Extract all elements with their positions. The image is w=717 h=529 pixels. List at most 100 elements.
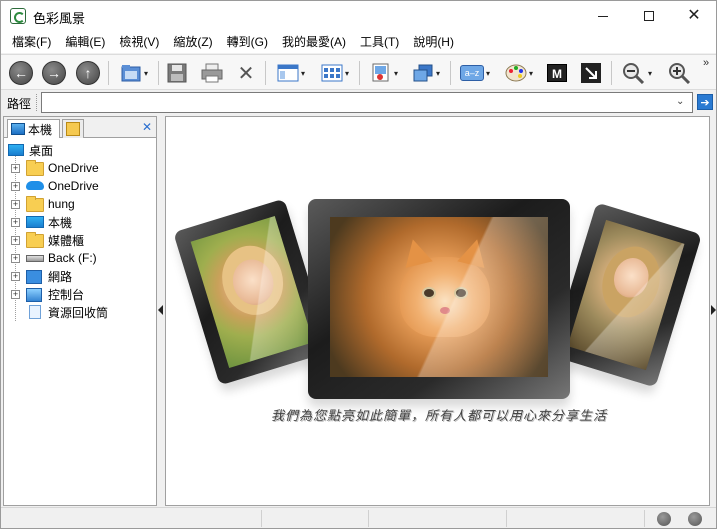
up-arrow-icon: ↑ [76, 61, 100, 85]
open-folder-button[interactable]: ▾ [115, 59, 153, 87]
app-window: 色彩風景 ✕ 檔案(F) 編輯(E) 檢視(V) 縮放(Z) 轉到(G) 我的最… [0, 0, 717, 529]
back-button[interactable]: ← [8, 59, 34, 87]
expand-icon[interactable]: + [11, 217, 20, 227]
tree-item-label: 控制台 [48, 287, 85, 302]
minimize-icon [598, 15, 608, 17]
tab-this-pc[interactable]: 本機 [7, 119, 60, 138]
palette-icon [505, 64, 527, 82]
computer-icon [11, 123, 25, 135]
splash-caption: 我們為您點亮如此簡單，所有人都可以用心來分享生活 [270, 409, 607, 424]
tree-item-label: 桌面 [29, 143, 54, 158]
menu-file[interactable]: 檔案(F) [5, 31, 58, 53]
zoom-out-button[interactable]: ▾ [617, 59, 657, 87]
tree-item-desktop[interactable]: 桌面 [4, 141, 156, 159]
up-button[interactable]: ↑ [75, 59, 101, 87]
tree-item-drive-f[interactable]: + Back (F:) [4, 249, 156, 267]
title-bar: 色彩風景 ✕ [1, 1, 716, 31]
status-cell [368, 510, 369, 527]
kitten-photo [330, 217, 548, 377]
collapse-left-panel-icon[interactable] [158, 305, 163, 315]
minimize-button[interactable] [580, 1, 626, 31]
delete-button[interactable]: ✕ [233, 59, 259, 87]
save-button[interactable] [164, 59, 190, 87]
tree-item-label: hung [48, 197, 75, 211]
menu-favorites[interactable]: 我的最愛(A) [275, 31, 353, 53]
tree-item-network[interactable]: + 網路 [4, 267, 156, 285]
menu-tools[interactable]: 工具(T) [353, 31, 406, 53]
dropdown-arrow-icon: ▾ [143, 68, 148, 78]
minimize-view-button[interactable] [578, 59, 604, 87]
save-disk-icon [167, 63, 187, 83]
expand-icon[interactable]: + [11, 181, 20, 191]
close-button[interactable]: ✕ [671, 1, 717, 31]
menu-goto[interactable]: 轉到(G) [220, 31, 275, 53]
folder-open-icon [121, 65, 141, 82]
status-cell [506, 510, 507, 527]
menu-view[interactable]: 檢視(V) [112, 31, 166, 53]
app-logo-icon [10, 8, 26, 24]
image-import-icon [372, 63, 389, 82]
dropdown-arrow-icon: ▾ [300, 68, 305, 78]
path-dropdown-icon[interactable]: ⌄ [676, 96, 684, 107]
drive-icon [26, 255, 44, 262]
folder-info-icon [66, 122, 80, 136]
expand-icon[interactable]: + [11, 289, 20, 299]
layout-button[interactable]: ▾ [272, 59, 310, 87]
tree-item-this-pc[interactable]: + 本機 [4, 213, 156, 231]
window-title: 色彩風景 [33, 11, 86, 26]
menu-zoom[interactable]: 縮放(Z) [166, 31, 219, 53]
expand-icon[interactable]: + [11, 271, 20, 281]
path-input[interactable] [41, 92, 693, 113]
path-go-button[interactable]: ➔ [697, 94, 713, 110]
expand-icon[interactable]: + [11, 199, 20, 209]
control-panel-icon [26, 288, 42, 302]
screen-gloss [567, 219, 685, 371]
maximize-button[interactable] [626, 1, 672, 31]
print-button[interactable] [198, 59, 226, 87]
tree-item-recycle-bin[interactable]: 資源回收筒 [4, 303, 156, 321]
expand-icon[interactable]: + [11, 253, 20, 263]
tree-item-label: 網路 [48, 269, 73, 284]
toolbar-overflow-button[interactable]: » [703, 57, 709, 69]
mobile-m-icon: M [547, 64, 567, 82]
mobile-button[interactable]: M [544, 59, 570, 87]
window-layout-icon [277, 64, 299, 82]
menu-help[interactable]: 說明(H) [406, 31, 461, 53]
path-grip [36, 94, 38, 111]
menu-edit[interactable]: 編輯(E) [58, 31, 112, 53]
screen-gloss [190, 216, 314, 368]
dropdown-arrow-icon: ▾ [344, 68, 349, 78]
tab-folders[interactable] [62, 119, 84, 138]
color-adjust-button[interactable]: ▾ [500, 59, 538, 87]
expand-icon[interactable]: + [11, 235, 20, 245]
folder-icon [26, 196, 44, 212]
tree-item-control-panel[interactable]: + 控制台 [4, 285, 156, 303]
copy-move-button[interactable]: ▾ [407, 59, 445, 87]
expand-icon[interactable]: + [11, 163, 20, 173]
network-icon [26, 270, 42, 284]
tree-item-libraries[interactable]: + 媒體櫃 [4, 231, 156, 249]
zoom-in-icon [669, 63, 691, 84]
zoom-in-button[interactable] [666, 59, 694, 87]
forward-button[interactable]: → [41, 59, 67, 87]
tab-this-pc-label: 本機 [28, 122, 53, 137]
recycle-bin-icon [29, 305, 41, 319]
toolbar-separator [265, 61, 266, 85]
close-icon: ✕ [687, 7, 701, 24]
desktop-icon [8, 144, 24, 156]
thumbnail-view-button[interactable]: ▾ [316, 59, 354, 87]
toolbar-separator [611, 61, 612, 85]
tree-item-hung[interactable]: + hung [4, 195, 156, 213]
panel-close-icon[interactable]: ✕ [142, 120, 152, 134]
sort-button[interactable]: a–z ▾ [456, 59, 494, 87]
tree-item-onedrive-folder[interactable]: + OneDrive [4, 159, 156, 177]
maximize-icon [644, 11, 654, 21]
back-arrow-icon: ← [9, 61, 33, 85]
copy-move-icon [413, 64, 433, 82]
computer-icon [26, 216, 44, 228]
import-button[interactable]: ▾ [365, 59, 403, 87]
dropdown-arrow-icon: ▾ [528, 68, 533, 78]
tree-item-onedrive-cloud[interactable]: + OneDrive [4, 177, 156, 195]
collapse-right-panel-icon[interactable] [711, 305, 716, 315]
forward-arrow-icon: → [42, 61, 66, 85]
